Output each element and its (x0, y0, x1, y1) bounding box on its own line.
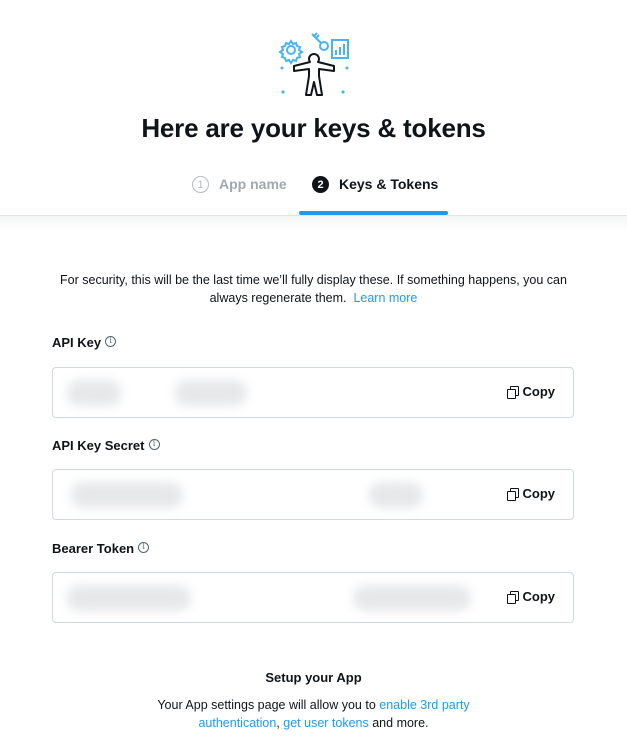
api-key-label: API Key i (52, 335, 117, 350)
field-label-text: API Key (52, 335, 102, 350)
redacted-value (67, 585, 191, 611)
setup-text-before: Your App settings page will allow you to (157, 698, 376, 712)
api-key-secret-field[interactable]: Copy (52, 469, 574, 520)
person-icon (293, 53, 335, 96)
header-shadow (0, 216, 627, 230)
step-app-name[interactable]: 1 App name (192, 176, 287, 216)
step-label: Keys & Tokens (339, 176, 439, 192)
redacted-value (369, 482, 423, 508)
bearer-token-label: Bearer Token i (52, 541, 150, 556)
redacted-value (353, 585, 471, 611)
step-keys-tokens[interactable]: 2 Keys & Tokens (312, 176, 438, 216)
notice-text: For security, this will be the last time… (60, 273, 567, 305)
step-label: App name (219, 176, 287, 192)
field-label-text: Bearer Token (52, 541, 135, 556)
info-icon[interactable]: i (148, 438, 160, 450)
copy-api-key-button[interactable]: Copy (506, 384, 556, 399)
gear-icon (278, 39, 304, 65)
separator: , (276, 716, 280, 730)
copy-bearer-token-button[interactable]: Copy (506, 589, 556, 604)
api-key-field[interactable]: Copy (52, 367, 574, 418)
copy-api-key-secret-button[interactable]: Copy (506, 486, 556, 501)
stepper: 1 App name 2 Keys & Tokens (0, 176, 627, 216)
key-icon (311, 32, 329, 51)
setup-text-after: and more. (372, 716, 429, 730)
setup-title: Setup your App (265, 670, 362, 685)
developer-keys-illustration (278, 32, 349, 96)
page-title: Here are your keys & tokens (141, 113, 486, 143)
bar-chart-icon (331, 39, 349, 59)
security-notice: For security, this will be the last time… (40, 271, 587, 307)
step-number-badge: 2 (312, 176, 329, 193)
redacted-value (67, 380, 121, 406)
step-number-badge: 1 (192, 176, 209, 193)
redacted-value (175, 380, 247, 406)
redacted-value (71, 482, 183, 508)
learn-more-link[interactable]: Learn more (353, 291, 417, 305)
setup-description: Your App settings page will allow you to… (140, 696, 487, 732)
get-user-tokens-link[interactable]: get user tokens (283, 716, 368, 730)
copy-label: Copy (522, 384, 556, 399)
copy-icon (506, 385, 519, 399)
info-icon[interactable]: i (105, 335, 117, 347)
copy-icon (506, 590, 519, 604)
copy-icon (506, 487, 519, 501)
field-label-text: API Key Secret (52, 438, 145, 453)
bearer-token-field[interactable]: Copy (52, 572, 574, 623)
copy-label: Copy (522, 486, 556, 501)
api-key-secret-label: API Key Secret i (52, 438, 160, 453)
copy-label: Copy (522, 589, 556, 604)
info-icon[interactable]: i (138, 541, 150, 553)
